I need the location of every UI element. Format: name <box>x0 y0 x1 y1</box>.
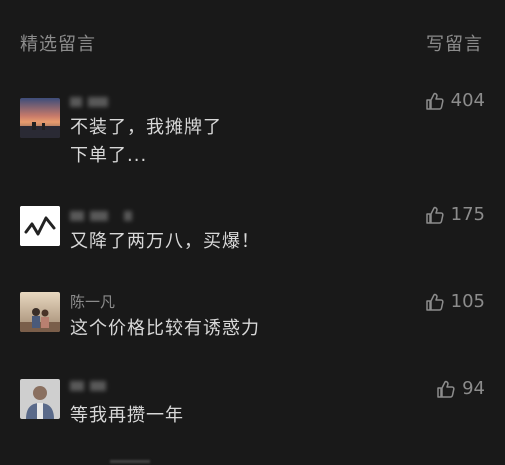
comment-text: 又降了两万八，买爆！ <box>70 231 260 252</box>
comment-text: 这个价格比较有诱惑力 <box>70 318 260 339</box>
pulse-logo-icon <box>20 206 60 246</box>
comments-header: 精选留言 写留言 <box>0 0 505 80</box>
next-comment-peek <box>110 460 150 463</box>
author-name-redacted <box>70 96 108 108</box>
like-button[interactable]: 94 <box>436 378 485 399</box>
sunset-avatar-image <box>20 98 60 138</box>
avatar[interactable] <box>20 206 60 246</box>
comment-text: 不装了，我摊牌了 <box>70 117 222 138</box>
like-count: 105 <box>450 291 485 312</box>
thumbs-up-icon <box>425 206 444 224</box>
thumbs-up-icon <box>437 380 455 398</box>
author-name-redacted <box>70 210 132 222</box>
avatar[interactable] <box>20 98 60 138</box>
comment-item: 不装了，我摊牌了 下单了... 404 <box>0 88 505 188</box>
person-avatar-image <box>20 379 60 419</box>
like-count: 94 <box>462 378 485 399</box>
author-name[interactable]: 陈一凡 <box>70 291 115 312</box>
comment-text: 等我再攒一年 <box>70 405 184 426</box>
comment-item: 又降了两万八，买爆！ 175 <box>0 198 505 278</box>
featured-comments-title: 精选留言 <box>20 34 96 55</box>
like-count: 175 <box>450 204 485 225</box>
couple-avatar-image <box>20 292 60 332</box>
like-button[interactable]: 105 <box>425 291 485 312</box>
like-count: 404 <box>450 90 485 111</box>
thumbs-up-icon <box>425 293 444 311</box>
author-name-redacted <box>70 380 106 392</box>
comment-item: 陈一凡 这个价格比较有诱惑力 105 <box>0 285 505 365</box>
thumbs-up-icon <box>425 92 444 110</box>
write-comment-button[interactable]: 写留言 <box>426 30 483 56</box>
comment-text-continued: 下单了... <box>70 145 148 166</box>
like-button[interactable]: 404 <box>425 90 485 111</box>
like-button[interactable]: 175 <box>425 204 485 225</box>
avatar[interactable] <box>20 379 60 419</box>
avatar[interactable] <box>20 292 60 332</box>
comment-item: 等我再攒一年 94 <box>0 372 505 452</box>
